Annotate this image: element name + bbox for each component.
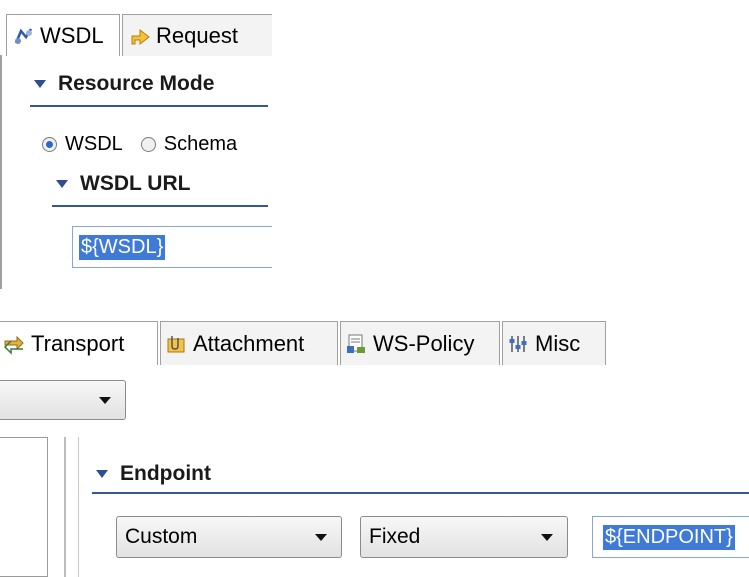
radio-label-schema[interactable]: Schema (164, 133, 237, 156)
radio-label-wsdl[interactable]: WSDL (65, 133, 123, 156)
section-title: Resource Mode (58, 72, 215, 95)
tab-label: WS-Policy (373, 330, 475, 356)
left-list-panel[interactable] (0, 437, 48, 577)
collapse-triangle-icon[interactable] (34, 80, 46, 88)
tab-request[interactable]: Request (122, 14, 272, 56)
section-divider (92, 492, 749, 494)
wsdl-url-header[interactable]: WSDL URL (56, 172, 190, 196)
resource-mode-radio-group: WSDL Schema (42, 133, 255, 156)
tab-attachment[interactable]: Attachment (160, 321, 338, 365)
section-divider (30, 105, 268, 107)
top-combo[interactable] (0, 380, 126, 420)
collapse-triangle-icon[interactable] (96, 470, 108, 478)
tab-label: Transport (31, 330, 125, 356)
transport-icon (3, 333, 25, 355)
selected-text: ${WSDL} (79, 234, 166, 260)
section-divider (52, 205, 268, 207)
misc-icon (507, 333, 529, 355)
tab-transport[interactable]: Transport (0, 321, 158, 365)
selected-text: ${ENDPOINT} (603, 524, 735, 550)
endpoint-type-select[interactable]: Custom (116, 516, 342, 558)
combo-value: Custom (125, 525, 198, 548)
attachment-icon (165, 333, 187, 355)
top-tab-bar: WSDL Request (0, 14, 272, 56)
bottom-tab-bar: Transport Attachment WS-Policy Misc (0, 321, 749, 365)
tab-label: Attachment (193, 330, 305, 356)
chevron-down-icon[interactable] (315, 534, 327, 541)
tab-label: Misc (535, 330, 581, 356)
radio-schema[interactable] (140, 137, 156, 152)
collapse-triangle-icon[interactable] (56, 180, 68, 188)
tab-wsdl[interactable]: WSDL (6, 14, 120, 56)
request-icon (129, 25, 151, 47)
section-title: WSDL URL (80, 172, 191, 195)
chevron-down-icon[interactable] (541, 534, 553, 541)
combo-value: Fixed (369, 525, 421, 548)
endpoint-input[interactable]: ${ENDPOINT} (592, 516, 749, 558)
tab-misc[interactable]: Misc (502, 321, 606, 365)
tab-ws-policy[interactable]: WS-Policy (340, 321, 500, 365)
wsdl-icon (13, 25, 35, 47)
section-title: Endpoint (120, 462, 211, 485)
splitter[interactable] (64, 437, 66, 577)
endpoint-header[interactable]: Endpoint (96, 462, 211, 486)
chevron-down-icon[interactable] (99, 397, 111, 404)
endpoint-mode-select[interactable]: Fixed (360, 516, 568, 558)
radio-wsdl[interactable] (42, 137, 57, 152)
ws-policy-icon (345, 333, 367, 355)
tab-label: Request (156, 22, 238, 48)
radio-selected-dot (46, 141, 53, 148)
tab-label: WSDL (40, 22, 104, 48)
wsdl-url-input[interactable]: ${WSDL} (72, 226, 272, 268)
resource-mode-header[interactable]: Resource Mode (34, 72, 214, 96)
